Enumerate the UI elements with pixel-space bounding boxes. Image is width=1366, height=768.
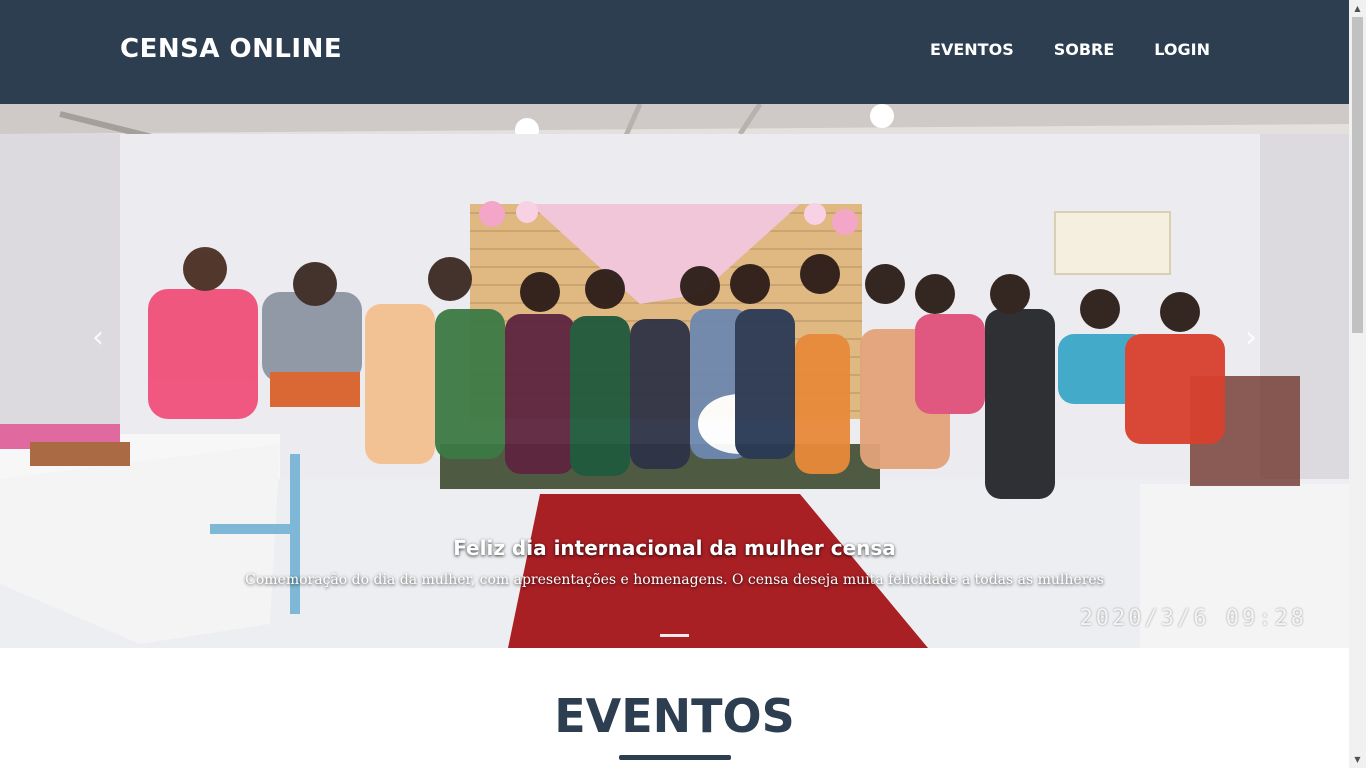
section-title-eventos: EVENTOS (554, 689, 795, 743)
nav-menu: EVENTOS SOBRE LOGIN (930, 40, 1210, 59)
nav-link-eventos[interactable]: EVENTOS (930, 40, 1014, 59)
chevron-right-icon: › (1245, 320, 1257, 355)
chevron-left-icon: ‹ (92, 320, 104, 355)
scroll-up-arrow-icon[interactable]: ▲ (1349, 0, 1366, 17)
scrollbar-thumb[interactable] (1352, 17, 1363, 333)
carousel-caption-title: Feliz dia internacional da mulher censa (453, 536, 896, 560)
carousel-indicator-active[interactable] (660, 634, 689, 637)
nav-link-sobre[interactable]: SOBRE (1054, 40, 1115, 59)
photo-timestamp: 2020/3/6 09:28 (1079, 606, 1307, 631)
navbar: CENSA ONLINE EVENTOS SOBRE LOGIN (0, 0, 1349, 104)
carousel-prev-control[interactable]: ‹ (0, 104, 200, 648)
hero-carousel: ‹ › Feliz dia internacional da mulher ce… (0, 104, 1349, 648)
page: CENSA ONLINE EVENTOS SOBRE LOGIN ‹ › Fel… (0, 0, 1349, 768)
page-scrollbar[interactable]: ▲ ▼ (1349, 0, 1366, 768)
carousel-indicators (660, 634, 689, 637)
brand-logo-link[interactable]: CENSA ONLINE (120, 34, 342, 64)
carousel-slide-photo (0, 104, 1349, 648)
section-divider (619, 755, 731, 760)
nav-link-login[interactable]: LOGIN (1154, 40, 1210, 59)
scroll-down-arrow-icon[interactable]: ▼ (1349, 751, 1366, 768)
carousel-next-control[interactable]: › (1149, 104, 1349, 648)
carousel-caption-text: Comemoração do dia da mulher, com aprese… (245, 572, 1104, 588)
